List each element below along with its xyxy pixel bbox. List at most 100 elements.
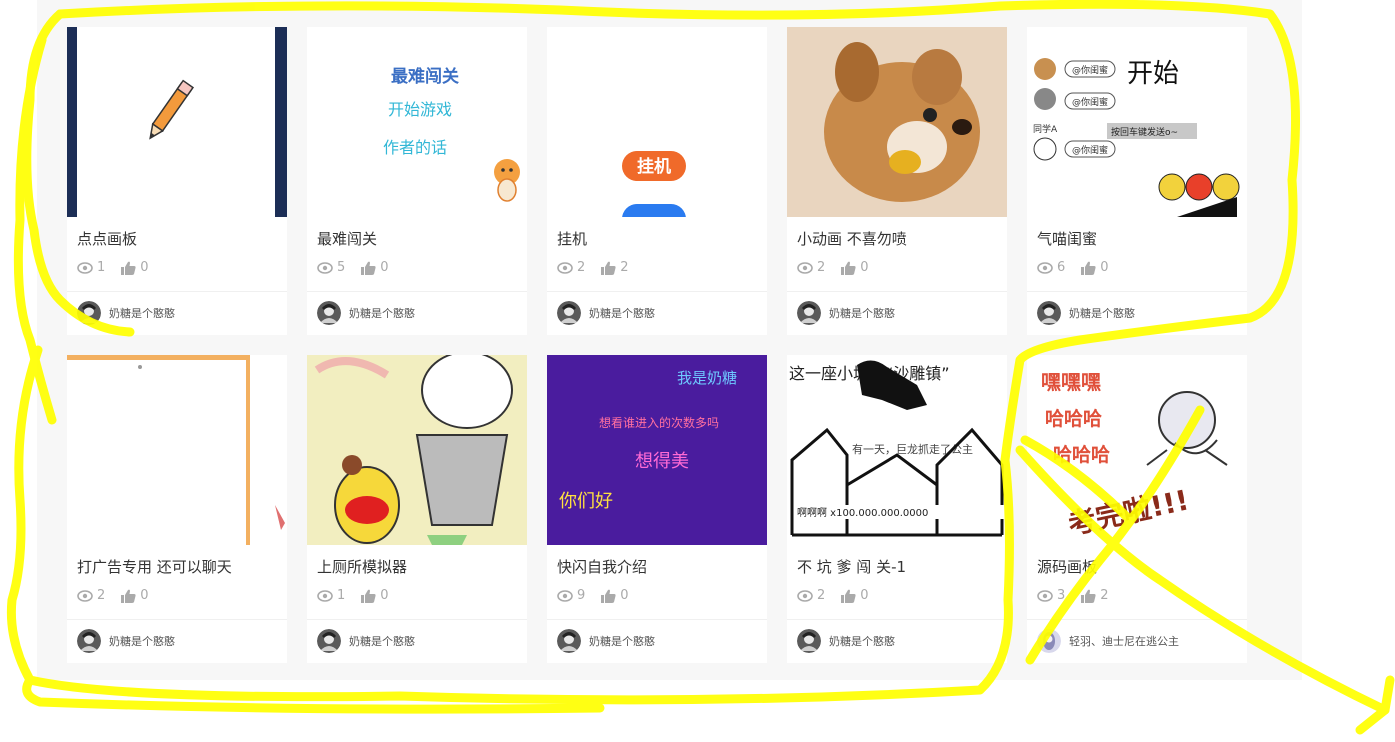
divider [1027,619,1247,620]
avatar[interactable] [1037,629,1061,653]
avatar[interactable] [797,629,821,653]
view-count: 2 [817,588,826,603]
author-name[interactable]: 奶糖是个憨憨 [589,305,655,321]
project-title[interactable]: 点点画板 [77,228,137,249]
project-card[interactable]: 上厕所模拟器 1 0 奶糖是个憨憨 [307,355,527,663]
project-thumbnail[interactable]: 开始 @你闺蜜 @你闺蜜 同学A 按回车键发送o~ @你闺蜜 [1027,27,1247,217]
view-count: 3 [1057,588,1066,603]
project-title[interactable]: 打广告专用 还可以聊天 [77,556,232,577]
thumb-text: 哈哈哈 [1053,443,1110,466]
author-info[interactable]: 奶糖是个憨憨 [797,629,895,653]
author-info[interactable]: 奶糖是个憨憨 [317,629,415,653]
author-name[interactable]: 奶糖是个憨憨 [109,633,175,649]
author-name[interactable]: 奶糖是个憨憨 [829,305,895,321]
project-card[interactable]: 打广告专用 还可以聊天 2 0 奶糖是个憨憨 [67,355,287,663]
thumbs-up-icon [1081,261,1096,275]
author-name[interactable]: 奶糖是个憨憨 [589,633,655,649]
project-card[interactable]: 开始 @你闺蜜 @你闺蜜 同学A 按回车键发送o~ @你闺蜜 气喵闺蜜 6 0 … [1027,27,1247,335]
eye-icon [1037,261,1053,274]
eye-icon [797,261,813,274]
project-title[interactable]: 最难闯关 [317,228,377,249]
author-info[interactable]: 奶糖是个憨憨 [1037,301,1135,325]
avatar[interactable] [77,301,101,325]
project-thumbnail[interactable]: 挂机 [547,27,767,217]
author-name[interactable]: 奶糖是个憨憨 [109,305,175,321]
project-thumbnail[interactable]: 这一座小城叫“沙雕镇” 有一天，巨龙抓走了公主 啊啊啊 x100.000.000… [787,355,1007,545]
author-info[interactable]: 轻羽、迪士尼在逃公主 [1037,629,1179,653]
project-title[interactable]: 气喵闺蜜 [1037,228,1097,249]
project-title[interactable]: 不 坑 爹 闯 关-1 [797,556,906,577]
project-card[interactable]: 点点画板 1 0 奶糖是个憨憨 [67,27,287,335]
dog-photo-icon [824,42,980,202]
avatar[interactable] [317,629,341,653]
like-count: 0 [380,260,389,275]
thumb-text: 开始 [1127,59,1179,89]
view-count: 1 [337,588,346,603]
thumb-text: 我是奶糖 [677,369,737,387]
thumb-text: 作者的话 [383,138,447,157]
divider [307,291,527,292]
author-name[interactable]: 轻羽、迪士尼在逃公主 [1069,633,1179,649]
thumb-text: 最难闯关 [391,66,459,87]
project-title[interactable]: 上厕所模拟器 [317,556,407,577]
project-title[interactable]: 快闪自我介绍 [557,556,647,577]
thumb-text: 你们好 [559,491,613,512]
thumb-text: 想得美 [635,451,689,472]
like-count: 0 [860,588,869,603]
like-count: 0 [380,588,389,603]
project-card[interactable]: 挂机 挂机 2 2 奶糖是个憨憨 [547,27,767,335]
avatar[interactable] [557,301,581,325]
divider [787,619,1007,620]
author-info[interactable]: 奶糖是个憨憨 [77,629,175,653]
author-name[interactable]: 奶糖是个憨憨 [349,305,415,321]
project-thumbnail[interactable] [67,355,287,545]
project-card[interactable]: 这一座小城叫“沙雕镇” 有一天，巨龙抓走了公主 啊啊啊 x100.000.000… [787,355,1007,663]
thumb-text: 哈哈哈 [1045,407,1102,430]
project-thumbnail[interactable] [787,27,1007,217]
divider [1027,291,1247,292]
like-count: 0 [860,260,869,275]
thumb-text: 想看谁进入的次数多吗 [599,415,719,430]
thumbs-up-icon [121,261,136,275]
eye-icon [557,589,573,602]
view-count: 6 [1057,260,1066,275]
project-thumbnail[interactable]: 嘿嘿嘿 哈哈哈 哈哈哈 考完啦!!! [1027,355,1247,545]
author-info[interactable]: 奶糖是个憨憨 [557,301,655,325]
thumb-text: 嘿嘿嘿 [1041,370,1101,394]
thumb-text: @你闺蜜 [1072,144,1108,156]
project-card[interactable]: 小动画 不喜勿喷 2 0 奶糖是个憨憨 [787,27,1007,335]
thumbs-up-icon [1081,589,1096,603]
project-thumbnail[interactable]: 我是奶糖 想看谁进入的次数多吗 想得美 你们好 [547,355,767,545]
project-title[interactable]: 源码画板 [1037,556,1097,577]
project-stats: 2 0 [797,260,885,275]
eye-icon [557,261,573,274]
thumb-text: 啊啊啊 x100.000.000.0000 [797,507,928,519]
author-name[interactable]: 奶糖是个憨憨 [829,633,895,649]
project-card[interactable]: 我是奶糖 想看谁进入的次数多吗 想得美 你们好 快闪自我介绍 9 0 奶糖是个憨… [547,355,767,663]
view-count: 2 [817,260,826,275]
project-thumbnail[interactable]: 最难闯关 开始游戏 作者的话 [307,27,527,217]
eye-icon [77,261,93,274]
avatar[interactable] [317,301,341,325]
author-info[interactable]: 奶糖是个憨憨 [797,301,895,325]
project-card[interactable]: 最难闯关 开始游戏 作者的话 最难闯关 5 0 奶糖是个憨憨 [307,27,527,335]
project-title[interactable]: 挂机 [557,228,587,249]
avatar[interactable] [1037,301,1061,325]
avatar[interactable] [797,301,821,325]
avatar[interactable] [557,629,581,653]
author-info[interactable]: 奶糖是个憨憨 [317,301,415,325]
view-count: 5 [337,260,346,275]
divider [67,291,287,292]
author-info[interactable]: 奶糖是个憨憨 [557,629,655,653]
author-info[interactable]: 奶糖是个憨憨 [77,301,175,325]
project-stats: 2 0 [77,588,165,603]
thumb-text: @你闺蜜 [1072,64,1108,76]
author-name[interactable]: 奶糖是个憨憨 [1069,305,1135,321]
project-thumbnail[interactable] [67,27,287,217]
author-name[interactable]: 奶糖是个憨憨 [349,633,415,649]
avatar[interactable] [77,629,101,653]
project-title[interactable]: 小动画 不喜勿喷 [797,228,907,249]
view-count: 2 [97,588,106,603]
project-thumbnail[interactable] [307,355,527,545]
project-card[interactable]: 嘿嘿嘿 哈哈哈 哈哈哈 考完啦!!! 源码画板 3 2 轻羽、迪士尼在逃公主 [1027,355,1247,663]
